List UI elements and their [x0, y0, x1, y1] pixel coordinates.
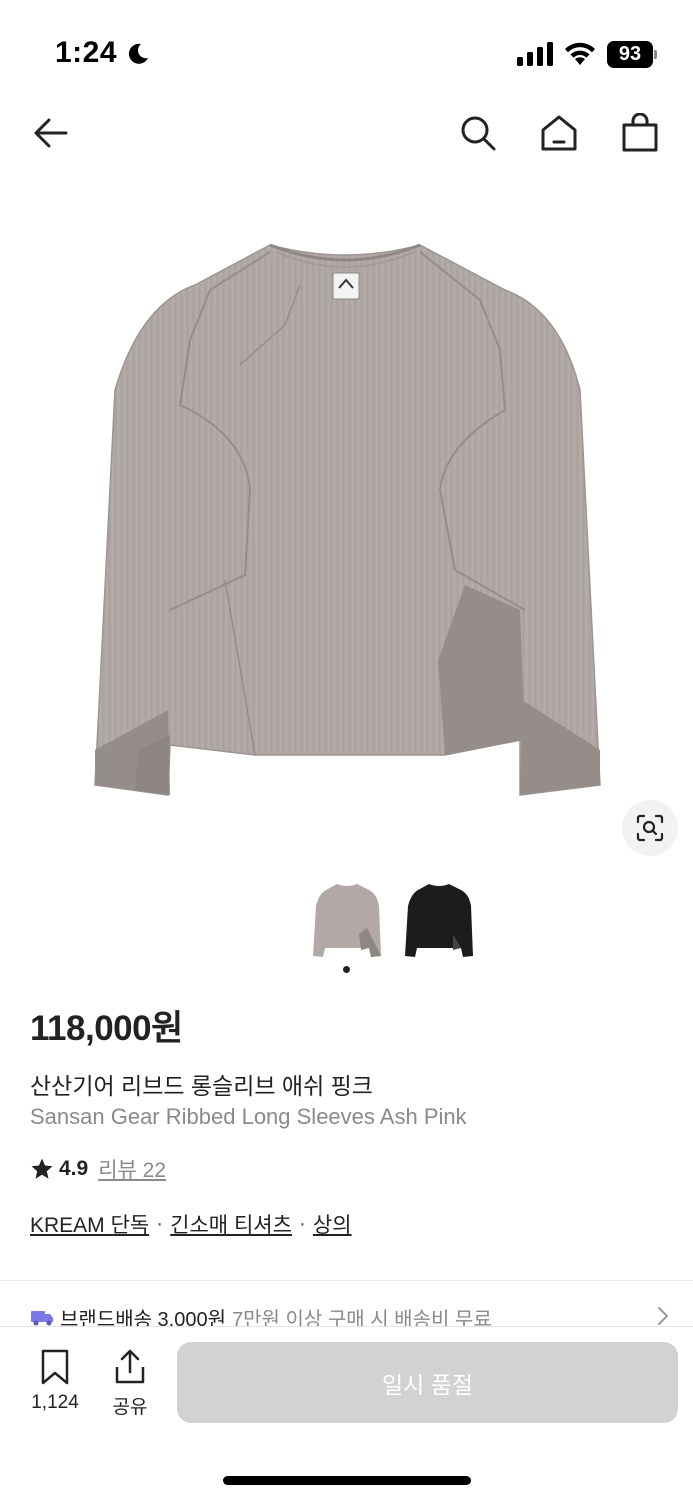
share-button[interactable]: 공유	[100, 1349, 160, 1419]
thumbnail-shape	[405, 884, 473, 957]
wifi-icon	[565, 42, 595, 65]
share-label: 공유	[112, 1397, 148, 1418]
battery-level: 93	[618, 43, 642, 65]
thumbnail-black[interactable]	[403, 878, 475, 958]
product-name-korean: 산산기어 리브드 롱슬리브 애쉬 핑크	[30, 1073, 373, 1099]
moon-icon	[128, 43, 148, 64]
star-icon	[31, 1158, 53, 1179]
product-price: 118,000원	[30, 1009, 183, 1048]
section-divider	[0, 1280, 693, 1281]
color-thumbnail-list	[0, 874, 693, 964]
back-button[interactable]	[31, 113, 71, 153]
top-nav-bar	[0, 105, 693, 161]
truck-icon	[31, 1311, 53, 1326]
breadcrumb-separator: ·	[298, 1212, 306, 1235]
breadcrumb-separator: ·	[156, 1212, 164, 1235]
bookmark-button[interactable]: 1,124	[22, 1349, 88, 1419]
breadcrumb-long-sleeve-tshirts[interactable]: 긴소매 티셔츠	[170, 1209, 292, 1239]
carousel-indicator-dot	[343, 966, 350, 973]
product-name-english: Sansan Gear Ribbed Long Sleeves Ash Pink	[30, 1104, 467, 1129]
status-bar: 1:24 93	[0, 0, 693, 110]
breadcrumb-tops[interactable]: 상의	[313, 1209, 352, 1239]
rating-value: 4.9	[59, 1157, 89, 1180]
status-time: 1:24	[55, 36, 118, 69]
search-icon	[461, 116, 496, 151]
product-main-image[interactable]	[0, 190, 693, 860]
bookmark-count: 1,124	[31, 1392, 79, 1413]
home-button[interactable]	[539, 113, 579, 153]
cellular-signal-icon	[517, 42, 553, 66]
breadcrumb-kream-exclusive[interactable]: KREAM 단독	[30, 1209, 149, 1239]
image-search-button[interactable]	[622, 800, 678, 856]
search-button[interactable]	[458, 113, 498, 153]
share-icon	[115, 1349, 145, 1384]
arrow-left-icon	[34, 118, 68, 148]
review-count-link[interactable]: 리뷰 22	[98, 1154, 166, 1184]
home-indicator[interactable]	[223, 1476, 471, 1485]
thumbnail-ash-pink[interactable]	[311, 878, 383, 958]
rating-row: 4.9 리뷰 22	[30, 1155, 166, 1183]
sold-out-button[interactable]: 일시 품절	[177, 1342, 678, 1423]
lens-scan-icon	[636, 814, 664, 842]
home-icon	[541, 115, 577, 151]
shopping-bag-icon	[622, 113, 658, 152]
battery-indicator: 93	[607, 41, 657, 68]
cart-button[interactable]	[620, 113, 660, 153]
category-breadcrumb: KREAM 단독 · 긴소매 티셔츠 · 상의	[30, 1209, 352, 1239]
battery-cap	[654, 50, 657, 59]
bottom-action-bar: 1,124 공유 일시 품절	[0, 1326, 693, 1500]
chevron-right-icon	[658, 1307, 668, 1325]
bookmark-icon	[41, 1349, 69, 1385]
